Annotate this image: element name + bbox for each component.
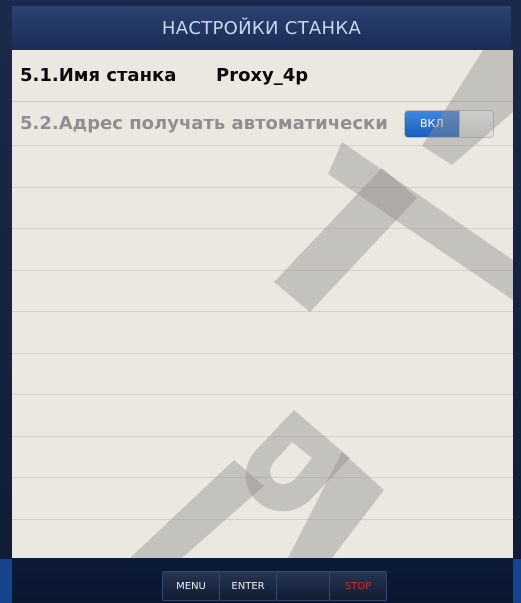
toggle-knob[interactable] <box>458 110 493 137</box>
empty-row <box>12 395 513 437</box>
enter-button[interactable]: ENTER <box>219 571 277 601</box>
footer-bar: MENU ENTER STOP <box>0 559 521 603</box>
empty-row <box>12 271 513 312</box>
auto-address-toggle[interactable]: ВКЛ <box>403 109 494 138</box>
machine-name-label: 5.1.Имя станка <box>20 65 177 86</box>
stop-button[interactable]: STOP <box>329 571 387 601</box>
footer-accent-right <box>513 559 521 603</box>
empty-row <box>12 229 513 271</box>
setting-row-auto-address[interactable]: 5.2.Адрес получать автоматически ВКЛ <box>12 102 513 146</box>
empty-row <box>12 437 513 478</box>
footer-accent-left <box>0 559 12 603</box>
settings-panel: 5.1.Имя станка Proxy_4p 5.2.Адрес получа… <box>12 50 513 558</box>
auto-address-label: 5.2.Адрес получать автоматически <box>20 113 388 134</box>
empty-row <box>12 188 513 229</box>
setting-row-machine-name[interactable]: 5.1.Имя станка Proxy_4p <box>12 50 513 102</box>
blank-button[interactable] <box>276 571 330 601</box>
screen-title-text: НАСТРОЙКИ СТАНКА <box>161 17 362 39</box>
empty-row <box>12 146 513 188</box>
toggle-on-state: ВКЛ <box>404 110 459 137</box>
machine-name-value: Proxy_4p <box>216 65 309 86</box>
footer-buttons: MENU ENTER STOP <box>162 571 387 601</box>
screen-title: НАСТРОЙКИ СТАНКА <box>12 6 511 50</box>
empty-row <box>12 520 513 559</box>
settings-list: 5.1.Имя станка Proxy_4p 5.2.Адрес получа… <box>12 50 513 558</box>
empty-row <box>12 312 513 354</box>
device-screen: НАСТРОЙКИ СТАНКА 5.1.Имя станка Proxy_4p… <box>0 0 521 603</box>
empty-row <box>12 478 513 520</box>
empty-row <box>12 354 513 395</box>
menu-button[interactable]: MENU <box>162 571 220 601</box>
